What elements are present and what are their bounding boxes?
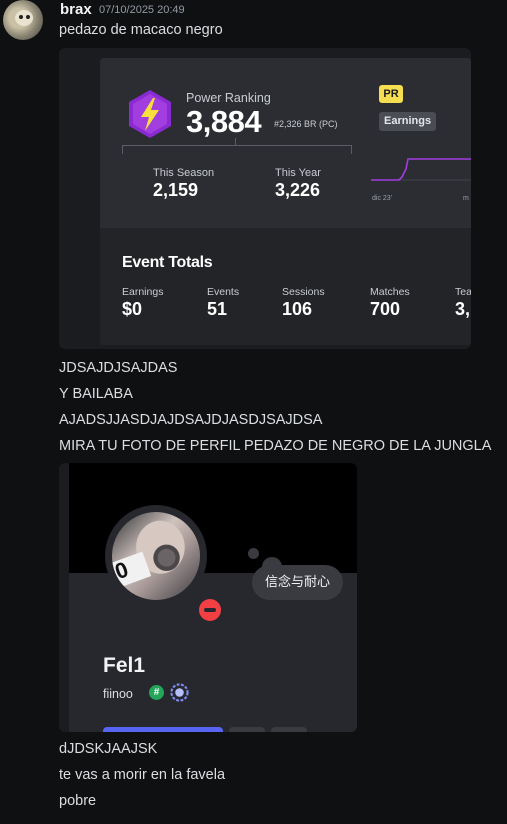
power-ranking-label: Power Ranking bbox=[186, 91, 271, 105]
dnd-status-icon bbox=[199, 599, 221, 621]
total-label: Sessions bbox=[282, 286, 325, 298]
year-label: This Year bbox=[275, 167, 321, 179]
power-ranking-rank: #2,326 BR (PC) bbox=[274, 119, 338, 129]
season-value: 2,159 bbox=[153, 180, 199, 200]
message-line: te vas a morir en la favela bbox=[59, 767, 226, 783]
custom-status-bubble: 信念与耐心 bbox=[252, 565, 344, 600]
total-value: 700 bbox=[370, 299, 401, 319]
total-label: Events bbox=[207, 286, 240, 298]
chart-tick: m bbox=[463, 195, 469, 202]
author-username[interactable]: brax bbox=[60, 1, 92, 18]
message-line: AJADSJJASDJAJDSAJDJASDJSAJDSA bbox=[59, 412, 323, 428]
profile-handle: fiinoo bbox=[103, 687, 133, 701]
message-line: Y BAILABA bbox=[59, 386, 133, 402]
profile-avatar: 0 bbox=[112, 512, 200, 600]
avatar-eye bbox=[19, 15, 23, 19]
profile-display-name: Fel1 bbox=[103, 654, 146, 677]
message-timestamp[interactable]: 07/10/2025 20:49 bbox=[99, 4, 185, 16]
nitro-gear-badge-icon bbox=[170, 683, 189, 702]
profile-image-embed[interactable]: 0 信念与耐心 Fel1 fiinoo # bbox=[59, 463, 357, 732]
total-label: Earnings bbox=[122, 286, 164, 298]
message-line: dJDSKJAAJSK bbox=[59, 741, 158, 757]
profile-action-button bbox=[229, 727, 265, 732]
total-label: Tea bbox=[455, 286, 471, 298]
profile-card: 0 信念与耐心 Fel1 fiinoo # bbox=[69, 463, 357, 732]
total-label: Matches bbox=[370, 286, 410, 298]
message-line: MIRA TU FOTO DE PERFIL PEDAZO DE NEGRO D… bbox=[59, 438, 492, 454]
earnings-tag: Earnings bbox=[379, 112, 437, 131]
profile-action-button bbox=[103, 727, 223, 732]
event-totals-title: Event Totals bbox=[122, 254, 213, 271]
message-line: pobre bbox=[59, 793, 97, 809]
power-ranking-value: 3,884 bbox=[186, 104, 262, 139]
author-avatar[interactable] bbox=[3, 0, 43, 40]
total-value: 3, bbox=[455, 299, 471, 319]
power-ranking-bolt-icon bbox=[129, 90, 171, 138]
message-line: pedazo de macaco negro bbox=[59, 22, 223, 38]
total-value: $0 bbox=[122, 299, 143, 319]
power-ranking-trend-chart bbox=[371, 158, 471, 181]
chart-tick: dic 23' bbox=[372, 195, 393, 202]
season-label: This Season bbox=[153, 167, 215, 179]
total-value: 106 bbox=[282, 299, 313, 319]
profile-action-button bbox=[271, 727, 307, 732]
year-value: 3,226 bbox=[275, 180, 321, 200]
avatar-eye bbox=[26, 15, 30, 19]
stats-image-embed[interactable]: Power Ranking 3,884 #2,326 BR (PC) PR Ea… bbox=[59, 48, 471, 349]
avatar-face bbox=[15, 10, 33, 26]
status-bubble-dot bbox=[248, 548, 259, 559]
pr-badge: PR bbox=[379, 85, 403, 103]
hashtag-badge-icon: # bbox=[149, 685, 164, 700]
message-line: JDSAJDJSAJDAS bbox=[59, 360, 178, 376]
total-value: 51 bbox=[207, 299, 228, 319]
stats-bracket-divider bbox=[122, 138, 352, 155]
